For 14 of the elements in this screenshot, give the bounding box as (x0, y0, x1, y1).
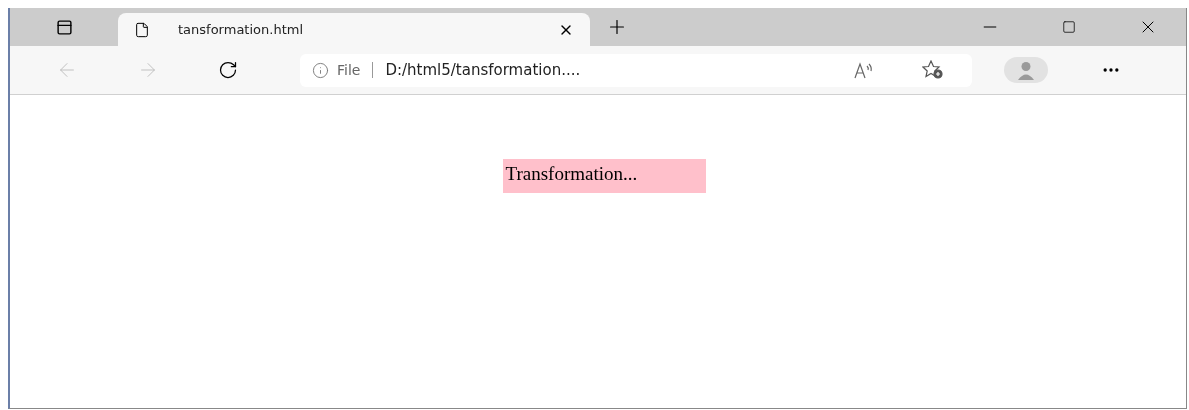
person-icon (1016, 60, 1036, 80)
tab-title: tansformation.html (178, 20, 303, 39)
browser-tab[interactable]: tansformation.html (118, 13, 590, 46)
url-text: D:/html5/tansformation.... (385, 59, 581, 81)
add-favorite-icon[interactable] (922, 60, 944, 80)
tab-actions-icon[interactable] (55, 18, 73, 36)
address-bar[interactable]: File D:/html5/tansformation.... (300, 53, 972, 87)
refresh-icon[interactable] (218, 60, 239, 80)
maximize-icon[interactable] (1062, 20, 1076, 34)
info-icon (312, 61, 329, 79)
page-icon (134, 21, 150, 38)
profile-avatar[interactable] (1004, 57, 1048, 83)
scheme-label: File (337, 60, 361, 80)
transformed-text: Transformation... (504, 163, 638, 184)
